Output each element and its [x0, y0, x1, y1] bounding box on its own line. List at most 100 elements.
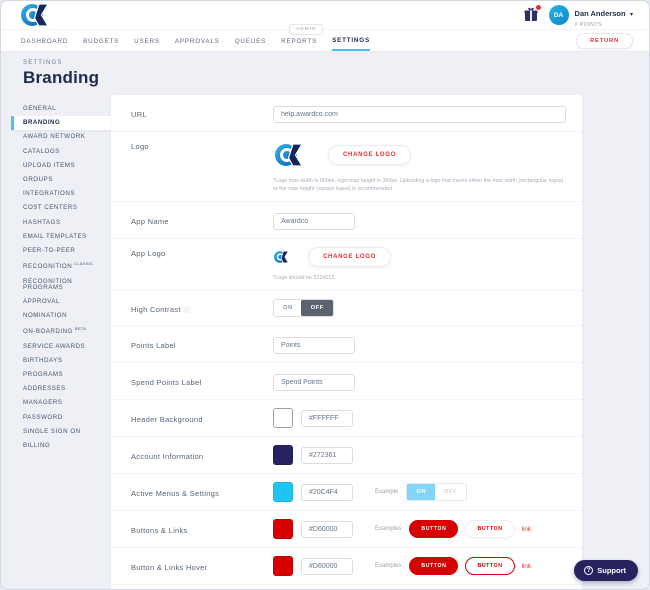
breadcrumb: SETTINGS [23, 60, 63, 66]
sidebar-item-single-sign-on[interactable]: SINGLE SIGN ON [11, 425, 111, 439]
awardco-logo-icon[interactable] [19, 3, 61, 27]
sidebar-item-nomination[interactable]: NOMINATION [11, 309, 111, 323]
sidebar-item-peer-to-peer[interactable]: PEER-TO-PEER [11, 244, 111, 258]
nav-dashboard[interactable]: DASHBOARD [21, 31, 68, 50]
spend-points-label-label: Spend Points Label [131, 377, 202, 387]
sidebar-item-password[interactable]: PASSWORD [11, 411, 111, 425]
sidebar-item-cost-centers[interactable]: COST CENTERS [11, 201, 111, 215]
buttons-links-swatch[interactable] [273, 519, 293, 540]
example-button-filled: BUTTON [409, 520, 459, 539]
app-name-row: App Name [111, 201, 582, 238]
nav-settings[interactable]: SETTINGS [332, 30, 370, 51]
sidebar-item-recognition-classic[interactable]: RECOGNITION CLASSIC [11, 258, 111, 274]
sidebar-item-recognition-programs[interactable]: RECOGNITION PROGRAMS [11, 275, 111, 295]
hover-example-button-outline: BUTTON [465, 557, 515, 576]
high-contrast-label: High Contrast ⓘ [131, 304, 191, 315]
app-name-input[interactable] [273, 213, 355, 231]
example-label: Example [375, 489, 399, 496]
high-contrast-row: High Contrast ⓘ ON OFF [111, 290, 582, 325]
hover-example-button-filled: BUTTON [409, 557, 459, 576]
nav-budgets[interactable]: BUDGETS [83, 31, 119, 50]
logo-label: Logo [131, 142, 149, 151]
url-row: URL [111, 95, 582, 131]
active-menus-swatch[interactable] [273, 482, 293, 503]
app-logo-row: App Logo CHANGE LOGO *Logo should be 512… [111, 238, 582, 290]
high-contrast-off[interactable]: OFF [300, 300, 333, 317]
spend-points-label-input[interactable] [273, 374, 355, 392]
header-background-hex-input[interactable] [301, 409, 353, 427]
settings-sidebar: GENERAL BRANDING AWARD NETWORK CATALOGS … [11, 95, 111, 453]
sidebar-item-programs[interactable]: PROGRAMS [11, 368, 111, 382]
points-label-label: Points Label [131, 340, 176, 350]
notification-badge [535, 5, 541, 10]
account-information-row: Account Information [111, 436, 582, 473]
metadata-row: Metadata EDIT [111, 584, 582, 589]
buttons-links-hover-hex-input[interactable] [301, 557, 353, 575]
info-icon[interactable]: ⓘ [184, 304, 191, 314]
active-menus-label: Active Menus & Settings [131, 488, 220, 498]
chevron-down-icon: ▾ [629, 11, 633, 18]
page-title-block: SETTINGS Branding [1, 52, 649, 95]
nav-users[interactable]: USERS [134, 31, 160, 50]
user-points: 0 POINTS [574, 21, 603, 28]
points-label-input[interactable] [273, 337, 355, 355]
sidebar-item-email-templates[interactable]: EMAIL TEMPLATES [11, 230, 111, 244]
buttons-links-hover-swatch[interactable] [273, 556, 293, 577]
page-title: Branding [23, 68, 100, 87]
example-toggle-on: ON [407, 484, 437, 501]
sidebar-item-approval[interactable]: APPROVAL [11, 295, 111, 309]
example-link: link [521, 525, 532, 533]
sidebar-item-birthdays[interactable]: BIRTHDAYS [11, 354, 111, 368]
buttons-links-hex-input[interactable] [301, 520, 353, 538]
points-label-row: Points Label [111, 325, 582, 362]
spend-points-label-row: Spend Points Label [111, 362, 582, 399]
sidebar-item-upload-items[interactable]: UPLOAD ITEMS [11, 159, 111, 173]
sidebar-item-catalogs[interactable]: CATALOGS [11, 145, 111, 159]
sidebar-item-billing[interactable]: BILLING [11, 439, 111, 453]
sidebar-item-integrations[interactable]: INTEGRATIONS [11, 187, 111, 201]
sidebar-item-general[interactable]: GENERAL [11, 102, 111, 116]
return-button[interactable]: RETURN [576, 32, 633, 49]
nav-approvals[interactable]: APPROVALS [175, 31, 220, 50]
buttons-links-row: Buttons & Links Examples BUTTON BUTTON l… [111, 510, 582, 547]
support-button[interactable]: ? Support [574, 560, 638, 581]
change-app-logo-button[interactable]: CHANGE LOGO [308, 247, 392, 268]
branding-form-card: URL Logo CHANGE LOGO *Lo [111, 95, 582, 589]
sidebar-item-on-boarding[interactable]: ON-BOARDING BETA [11, 323, 111, 339]
change-logo-button[interactable]: CHANGE LOGO [328, 145, 412, 165]
sidebar-item-groups[interactable]: GROUPS [11, 173, 111, 187]
url-input[interactable] [273, 106, 566, 123]
buttons-links-hover-row: Button & Links Hover Examples BUTTON BUT… [111, 547, 582, 584]
logo-helper-text: *Logo max width is 900px, logo max heigh… [273, 178, 564, 193]
support-label: Support [597, 566, 626, 575]
sidebar-item-service-awards[interactable]: SERVICE AWARDS [11, 340, 111, 354]
account-information-hex-input[interactable] [301, 446, 353, 464]
url-label: URL [131, 109, 147, 119]
app-logo-label: App Logo [131, 249, 166, 259]
active-menus-row: Active Menus & Settings Example ON OFF [111, 473, 582, 510]
header-background-swatch[interactable] [273, 408, 293, 429]
sidebar-item-award-network[interactable]: AWARD NETWORK [11, 130, 111, 144]
sidebar-item-addresses[interactable]: ADDRESSES [11, 382, 111, 396]
user-name: Dan Anderson [574, 8, 626, 18]
rewards-gift-icon[interactable] [523, 5, 541, 23]
avatar[interactable]: DA [548, 5, 569, 25]
account-information-swatch[interactable] [273, 445, 293, 466]
high-contrast-on[interactable]: ON [274, 300, 302, 317]
buttons-links-label: Buttons & Links [131, 525, 188, 535]
active-menus-hex-input[interactable] [301, 483, 353, 501]
user-menu[interactable]: Dan Anderson ▾ 0 POINTS [575, 2, 633, 29]
sidebar-item-managers[interactable]: MANAGERS [11, 396, 111, 410]
hover-examples-label: Examples [375, 563, 402, 570]
high-contrast-toggle[interactable]: ON OFF [273, 299, 334, 318]
buttons-links-hover-label: Button & Links Hover [131, 562, 208, 572]
main-nav: ADMIN DASHBOARD BUDGETS USERS APPROVALS … [1, 24, 649, 52]
nav-queues[interactable]: QUEUES [235, 31, 266, 50]
sidebar-item-branding[interactable]: BRANDING [11, 116, 111, 131]
current-app-logo-image [274, 251, 289, 264]
sidebar-item-hashtags[interactable]: HASHTAGS [11, 216, 111, 230]
app-logo-helper-text: *Logo should be 512x512. [273, 275, 336, 282]
question-mark-icon: ? [584, 566, 594, 575]
hover-example-link: link [521, 562, 532, 570]
current-logo-image [275, 143, 304, 167]
